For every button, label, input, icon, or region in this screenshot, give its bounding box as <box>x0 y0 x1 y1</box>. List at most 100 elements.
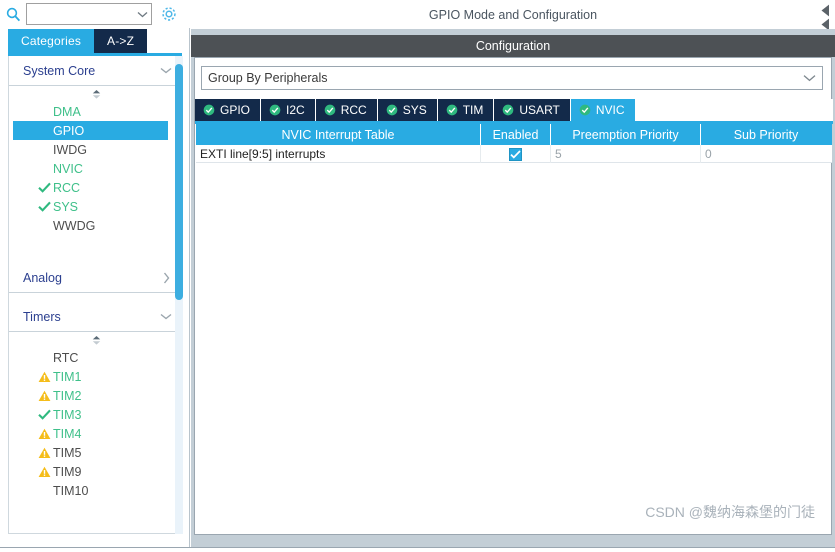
warning-icon <box>37 427 51 441</box>
tab-label: GPIO <box>220 103 251 117</box>
sidebar-item-tim5[interactable]: TIM5 <box>9 443 181 462</box>
column-header-sub-priority[interactable]: Sub Priority <box>701 124 831 145</box>
sidebar-item-tim9[interactable]: TIM9 <box>9 462 181 481</box>
tab-categories[interactable]: Categories <box>8 29 95 53</box>
chevron-right-icon[interactable] <box>159 271 173 285</box>
cell-interrupt-name: EXTI line[9:5] interrupts <box>196 145 481 163</box>
sidebar-item-gpio[interactable]: GPIO <box>13 121 168 140</box>
sidebar-item-rcc[interactable]: RCC <box>9 178 181 197</box>
sidebar-item-tim4[interactable]: TIM4 <box>9 424 181 443</box>
section-title-timers: Timers <box>23 309 61 324</box>
configuration-panel: GPIO Mode and Configuration Configuratio… <box>191 0 835 552</box>
sidebar-item-dma[interactable]: DMA <box>9 102 181 121</box>
sidebar-item-label: TIM4 <box>53 426 82 441</box>
panel-title-bar: GPIO Mode and Configuration <box>191 0 835 29</box>
status-none-icon <box>37 105 51 119</box>
scroll-spinner-system-core[interactable] <box>9 86 181 102</box>
sidebar-item-label: TIM9 <box>53 464 82 479</box>
column-header-preemption-priority[interactable]: Preemption Priority <box>551 124 701 145</box>
search-icon[interactable] <box>0 0 26 28</box>
chevron-down-icon[interactable] <box>159 64 173 78</box>
sidebar-item-iwdg[interactable]: IWDG <box>9 140 181 159</box>
check-circle-icon <box>203 104 215 116</box>
gear-icon[interactable] <box>152 0 186 28</box>
section-system-core: System Core DMA GPIO IWDG NVIC RCC SYS W… <box>9 56 181 241</box>
sidebar-item-tim3[interactable]: TIM3 <box>9 405 181 424</box>
sidebar-item-label: TIM5 <box>53 445 82 460</box>
cell-preemption-priority[interactable]: 5 <box>551 145 701 163</box>
tab-label: RCC <box>340 103 367 117</box>
warning-icon <box>37 370 51 384</box>
sidebar-item-wwdg[interactable]: WWDG <box>9 216 181 235</box>
peripheral-sidebar: Categories A->Z System Core DMA GPIO IWD… <box>0 0 190 552</box>
configuration-body: Group By Peripherals GPIO I2C RCC SYS TI… <box>194 57 833 535</box>
check-circle-icon <box>579 104 591 116</box>
peripheral-list-timers: RTC TIM1 TIM2 TIM3 TIM4 TIM5 TIM9 TIM10 <box>9 348 181 506</box>
sidebar-search-row <box>0 0 190 28</box>
warning-icon <box>37 465 51 479</box>
check-circle-icon <box>269 104 281 116</box>
sidebar-item-label: TIM3 <box>53 407 82 422</box>
sidebar-item-sys[interactable]: SYS <box>9 197 181 216</box>
tab-rcc[interactable]: RCC <box>315 99 378 121</box>
sidebar-scroll-viewport: System Core DMA GPIO IWDG NVIC RCC SYS W… <box>8 56 182 534</box>
sidebar-item-rtc[interactable]: RTC <box>9 348 181 367</box>
section-title-system-core: System Core <box>23 63 96 78</box>
sidebar-scrollbar-thumb[interactable] <box>175 64 183 300</box>
column-header-enabled[interactable]: Enabled <box>481 124 551 145</box>
section-analog: Analog <box>9 263 181 293</box>
status-none-icon <box>37 351 51 365</box>
sidebar-item-tim2[interactable]: TIM2 <box>9 386 181 405</box>
cell-sub-priority[interactable]: 0 <box>701 145 831 163</box>
tab-a-to-z[interactable]: A->Z <box>94 29 148 53</box>
sidebar-item-tim1[interactable]: TIM1 <box>9 367 181 386</box>
check-icon <box>37 200 51 214</box>
sidebar-item-nvic[interactable]: NVIC <box>9 159 181 178</box>
status-none-icon <box>37 162 51 176</box>
tab-sys[interactable]: SYS <box>377 99 438 121</box>
tab-label: NVIC <box>595 103 625 117</box>
tab-gpio[interactable]: GPIO <box>195 99 262 121</box>
search-combobox[interactable] <box>26 3 152 25</box>
sidebar-tab-strip: Categories A->Z <box>8 29 148 53</box>
sidebar-item-label: NVIC <box>53 161 83 176</box>
warning-icon <box>37 389 51 403</box>
nvic-interrupt-table: NVIC Interrupt Table Enabled Preemption … <box>196 124 832 163</box>
table-row[interactable]: EXTI line[9:5] interrupts 5 0 <box>196 145 832 163</box>
section-header-system-core[interactable]: System Core <box>9 56 181 86</box>
stm32cubemx-window: Categories A->Z System Core DMA GPIO IWD… <box>0 0 835 552</box>
tab-label: SYS <box>402 103 427 117</box>
section-header-timers[interactable]: Timers <box>9 302 181 332</box>
tab-label: USART <box>519 103 560 117</box>
column-header-nvic-interrupt-table[interactable]: NVIC Interrupt Table <box>196 124 481 145</box>
cell-enabled[interactable] <box>481 145 551 163</box>
sidebar-item-label: WWDG <box>53 218 96 233</box>
sidebar-item-tim10[interactable]: TIM10 <box>9 481 181 500</box>
sidebar-item-label: RCC <box>53 180 81 195</box>
peripheral-tab-strip: GPIO I2C RCC SYS TIM USART NVIC <box>195 99 833 121</box>
watermark-text: CSDN @魏纳海森堡的门徒 <box>645 504 815 520</box>
sidebar-item-label: TIM2 <box>53 388 82 403</box>
enabled-checkbox[interactable] <box>509 147 522 161</box>
tab-usart[interactable]: USART <box>494 99 571 121</box>
tab-nvic[interactable]: NVIC <box>570 99 636 121</box>
sidebar-item-label: DMA <box>53 104 81 119</box>
scroll-spinner-timers[interactable] <box>9 332 181 348</box>
configuration-header-label: Configuration <box>475 39 551 53</box>
table-header-row: NVIC Interrupt Table Enabled Preemption … <box>196 124 832 145</box>
tab-i2c[interactable]: I2C <box>261 99 316 121</box>
check-circle-icon <box>503 104 514 116</box>
tab-categories-label: Categories <box>21 34 82 48</box>
chevron-down-icon[interactable] <box>134 4 151 24</box>
configuration-header-bar: Configuration <box>191 35 835 57</box>
warning-icon <box>37 446 51 460</box>
section-header-analog[interactable]: Analog <box>9 263 181 293</box>
tab-tim[interactable]: TIM <box>437 99 495 121</box>
chevron-down-icon[interactable] <box>159 310 173 324</box>
status-none-icon <box>37 143 51 157</box>
check-circle-icon <box>324 104 336 116</box>
status-none-icon <box>37 219 51 233</box>
chevron-down-icon[interactable] <box>796 67 822 89</box>
group-by-select[interactable]: Group By Peripherals <box>201 66 823 90</box>
search-input[interactable] <box>30 5 134 23</box>
